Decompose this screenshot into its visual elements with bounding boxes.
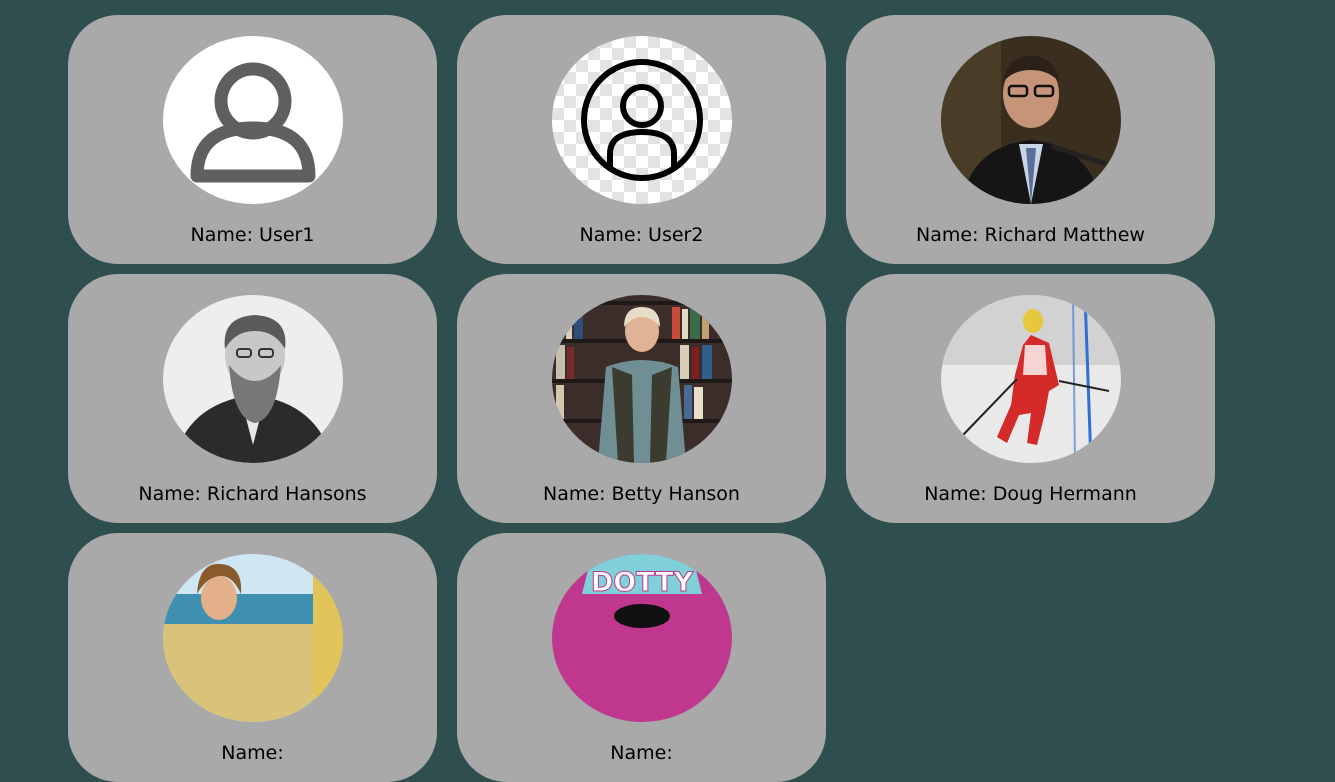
photo-woman-bookshelf-icon <box>552 295 732 463</box>
name-prefix: Name: <box>190 224 260 246</box>
name-prefix: Name: <box>543 483 612 505</box>
user-name-label: Name: <box>457 741 826 765</box>
name-prefix: Name: <box>579 224 649 246</box>
avatar: DOTTY <box>552 554 732 722</box>
name-prefix: Name: <box>916 224 985 246</box>
user-name: Betty Hanson <box>611 483 740 505</box>
user-name-label: Name: User2 <box>457 223 826 247</box>
name-prefix: Name: <box>924 483 993 505</box>
user-circle-icon <box>552 36 732 204</box>
user-card[interactable]: DOTTY Name: <box>457 533 826 782</box>
avatar <box>163 36 343 204</box>
user-name: Richard Hansons <box>206 483 367 505</box>
user-card-grid: Name: User1 Name: User2 Name: Richard Ma… <box>68 15 1216 782</box>
user-name-label: Name: Richard Matthew <box>846 223 1215 247</box>
avatar <box>552 36 732 204</box>
dotty-logo-text: DOTTY <box>591 567 694 598</box>
user-name: Richard Matthew <box>984 224 1145 246</box>
user-card[interactable]: Name: User2 <box>457 15 826 264</box>
name-prefix: Name: <box>138 483 207 505</box>
user-card[interactable]: Name: Richard Hansons <box>68 274 437 523</box>
avatar <box>941 36 1121 204</box>
name-prefix: Name: <box>610 742 673 764</box>
photo-bearded-man-icon <box>163 295 343 463</box>
user-name-label: Name: Doug Hermann <box>846 482 1215 506</box>
avatar <box>552 295 732 463</box>
photo-skier-icon <box>941 295 1121 463</box>
default-user-icon <box>190 62 316 183</box>
user-card[interactable]: Name: <box>68 533 437 782</box>
user-card[interactable]: Name: Betty Hanson <box>457 274 826 523</box>
avatar <box>163 554 343 722</box>
photo-man-speaking-icon <box>941 36 1121 204</box>
user-card[interactable]: Name: Richard Matthew <box>846 15 1215 264</box>
user-name-label: Name: Richard Hansons <box>68 482 437 506</box>
avatar <box>163 295 343 463</box>
user-name: User2 <box>648 224 704 246</box>
user-card[interactable]: Name: Doug Hermann <box>846 274 1215 523</box>
dotty-logo-icon: DOTTY <box>552 554 732 722</box>
name-prefix: Name: <box>221 742 284 764</box>
user-name-label: Name: User1 <box>68 223 437 247</box>
user-name: User1 <box>259 224 315 246</box>
user-name-label: Name: <box>68 741 437 765</box>
avatar <box>941 295 1121 463</box>
user-card[interactable]: Name: User1 <box>68 15 437 264</box>
user-name-label: Name: Betty Hanson <box>457 482 826 506</box>
photo-woman-beach-icon <box>163 554 343 722</box>
user-name: Doug Hermann <box>992 483 1137 505</box>
